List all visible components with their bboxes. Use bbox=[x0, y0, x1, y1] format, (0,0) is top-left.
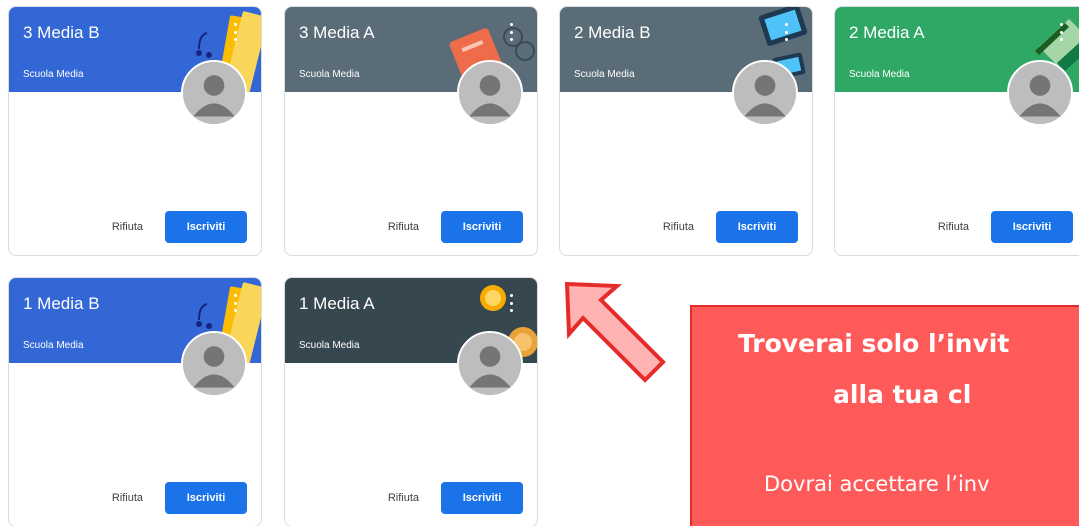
callout-title-line1: Troverai solo l’invit bbox=[738, 329, 1010, 358]
class-section: Scuola Media bbox=[299, 340, 360, 351]
reject-button[interactable]: Rifiuta bbox=[388, 492, 419, 504]
class-card[interactable]: 1 Media B Scuola Media Rifiuta Iscriviti bbox=[8, 277, 262, 526]
class-section: Scuola Media bbox=[299, 69, 360, 80]
join-button[interactable]: Iscriviti bbox=[441, 211, 523, 243]
class-section: Scuola Media bbox=[574, 69, 635, 80]
more-options-icon[interactable] bbox=[782, 23, 790, 41]
join-button[interactable]: Iscriviti bbox=[441, 482, 523, 514]
teacher-avatar bbox=[457, 331, 523, 397]
more-options-icon[interactable] bbox=[507, 23, 515, 41]
more-options-icon[interactable] bbox=[231, 294, 239, 312]
class-title[interactable]: 3 Media A bbox=[299, 23, 375, 43]
reject-button[interactable]: Rifiuta bbox=[112, 492, 143, 504]
reject-button[interactable]: Rifiuta bbox=[938, 221, 969, 233]
reject-button[interactable]: Rifiuta bbox=[112, 221, 143, 233]
join-button[interactable]: Iscriviti bbox=[165, 211, 247, 243]
class-section: Scuola Media bbox=[23, 340, 84, 351]
pointer-arrow-icon bbox=[564, 281, 666, 383]
class-section: Scuola Media bbox=[23, 69, 84, 80]
class-card[interactable]: 3 Media B Scuola Media Rifiuta Iscriviti bbox=[8, 6, 262, 256]
class-card[interactable]: 1 Media A Scuola Media Rifiuta Iscriviti bbox=[284, 277, 538, 526]
teacher-avatar bbox=[1007, 60, 1073, 126]
class-card[interactable]: 2 Media A Scuola Media Rifiuta Iscriviti bbox=[834, 6, 1079, 256]
teacher-avatar bbox=[181, 331, 247, 397]
instruction-callout: Troverai solo l’invit alla tua cl Dovrai… bbox=[690, 305, 1079, 526]
class-title[interactable]: 2 Media B bbox=[574, 23, 651, 43]
more-options-icon[interactable] bbox=[1057, 23, 1065, 41]
join-button[interactable]: Iscriviti bbox=[716, 211, 798, 243]
class-title[interactable]: 1 Media B bbox=[23, 294, 100, 314]
class-title[interactable]: 2 Media A bbox=[849, 23, 925, 43]
class-section: Scuola Media bbox=[849, 69, 910, 80]
class-title[interactable]: 1 Media A bbox=[299, 294, 375, 314]
more-options-icon[interactable] bbox=[507, 294, 515, 312]
join-button[interactable]: Iscriviti bbox=[991, 211, 1073, 243]
teacher-avatar bbox=[457, 60, 523, 126]
reject-button[interactable]: Rifiuta bbox=[388, 221, 419, 233]
teacher-avatar bbox=[732, 60, 798, 126]
more-options-icon[interactable] bbox=[231, 23, 239, 41]
class-card[interactable]: 2 Media B Scuola Media Rifiuta Iscriviti bbox=[559, 6, 813, 256]
class-card[interactable]: 3 Media A Scuola Media Rifiuta Iscriviti bbox=[284, 6, 538, 256]
callout-title-line2: alla tua cl bbox=[833, 380, 972, 409]
join-button[interactable]: Iscriviti bbox=[165, 482, 247, 514]
callout-body: Dovrai accettare l’inv bbox=[764, 472, 990, 496]
reject-button[interactable]: Rifiuta bbox=[663, 221, 694, 233]
class-title[interactable]: 3 Media B bbox=[23, 23, 100, 43]
teacher-avatar bbox=[181, 60, 247, 126]
